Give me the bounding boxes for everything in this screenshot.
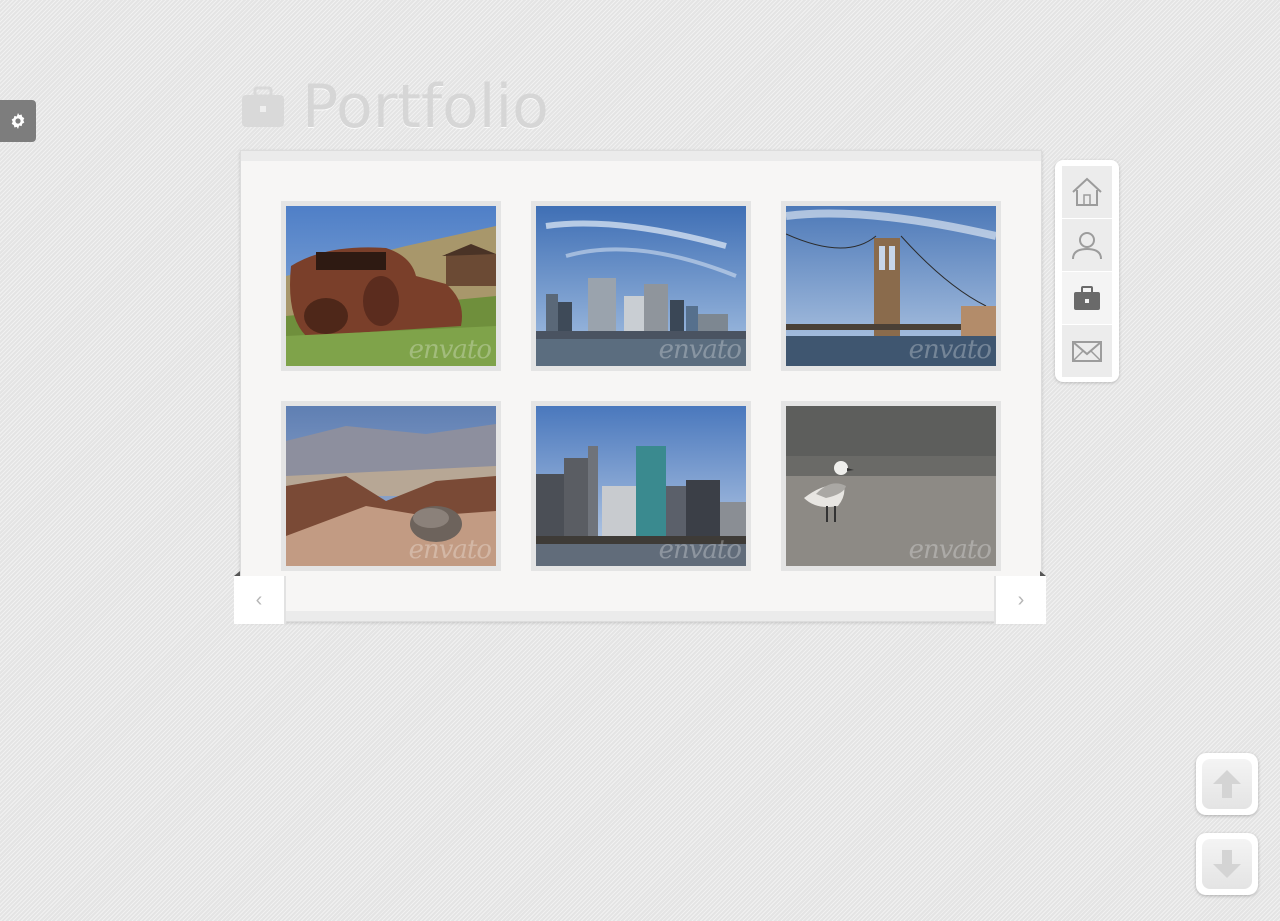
watermark: envato (908, 335, 992, 365)
scroll-down-inner (1202, 839, 1252, 889)
portfolio-item-city-towers[interactable]: envato (531, 401, 751, 571)
page-header: Portfolio (240, 72, 549, 142)
next-page-button[interactable]: › (996, 576, 1046, 624)
side-navigation (1055, 160, 1119, 382)
prev-page-button[interactable]: ‹ (234, 576, 284, 624)
panel-bottom-bar (241, 611, 1041, 621)
user-icon (1072, 232, 1102, 260)
portfolio-item-rusty-car[interactable]: envato (281, 201, 501, 371)
portfolio-panel: envato envato envato envato envato envat… (240, 150, 1042, 622)
side-nav-home[interactable] (1062, 166, 1112, 219)
arrow-down-icon (1213, 850, 1241, 878)
arrow-up-icon (1213, 770, 1241, 798)
briefcase-icon (1074, 286, 1100, 310)
scroll-up-button[interactable] (1196, 753, 1258, 815)
scroll-down-button[interactable] (1196, 833, 1258, 895)
portfolio-item-desert[interactable]: envato (281, 401, 501, 571)
portfolio-item-city-skyline[interactable]: envato (531, 201, 751, 371)
panel-top-bar (241, 151, 1041, 161)
briefcase-icon (242, 86, 284, 127)
chevron-left-icon: ‹ (255, 589, 263, 611)
side-nav-contact[interactable] (1062, 325, 1112, 378)
portfolio-item-seagull[interactable]: envato (781, 401, 1001, 571)
gear-icon (11, 113, 25, 129)
page-title: Portfolio (302, 72, 549, 142)
watermark: envato (658, 535, 742, 565)
side-nav-portfolio[interactable] (1062, 272, 1112, 325)
side-nav-profile[interactable] (1062, 219, 1112, 272)
watermark: envato (408, 535, 492, 565)
portfolio-grid: envato envato envato envato envato envat… (281, 201, 1001, 571)
watermark: envato (408, 335, 492, 365)
home-icon (1072, 177, 1102, 206)
settings-tab-button[interactable] (0, 100, 36, 142)
scroll-up-inner (1202, 759, 1252, 809)
portfolio-item-bridge[interactable]: envato (781, 201, 1001, 371)
watermark: envato (908, 535, 992, 565)
chevron-right-icon: › (1017, 589, 1025, 611)
mail-icon (1072, 341, 1102, 362)
watermark: envato (658, 335, 742, 365)
